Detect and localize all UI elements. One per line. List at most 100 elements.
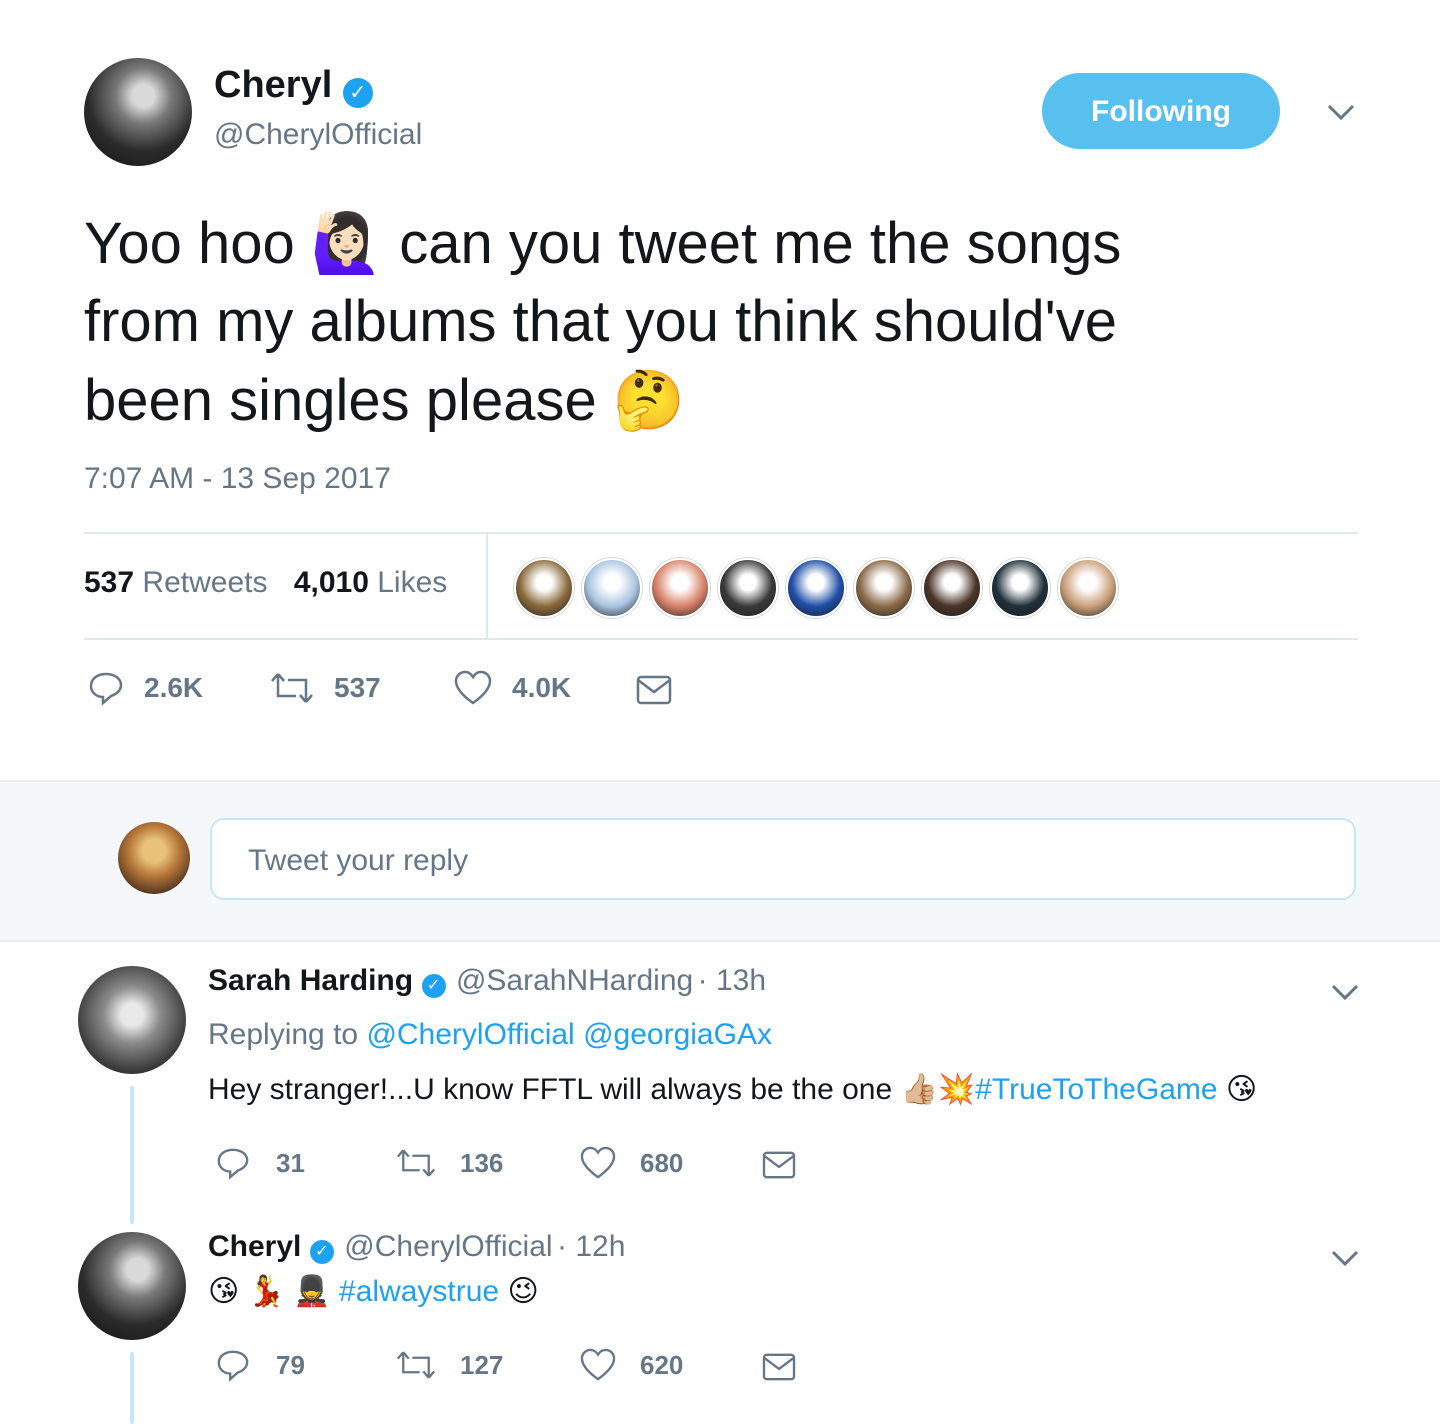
thread-line xyxy=(130,1086,134,1224)
verified-badge-icon: ✓ xyxy=(309,1239,334,1264)
chevron-down-icon[interactable] xyxy=(1330,1238,1360,1277)
replying-to-label: Replying to xyxy=(208,1018,359,1051)
retweet-action[interactable]: 136 xyxy=(396,1146,503,1180)
reply-author-handle[interactable]: @CherylOfficial xyxy=(344,1230,552,1263)
likes-stat[interactable]: 4,010 Likes xyxy=(294,566,447,599)
retweet-icon xyxy=(271,673,313,703)
author-name[interactable]: Cheryl xyxy=(214,64,332,106)
reply-icon xyxy=(217,1350,249,1382)
retweet-icon xyxy=(396,1149,436,1177)
reply-header: Cheryl ✓ @CherylOfficial · 12h xyxy=(208,1230,625,1264)
like-action[interactable]: 4.0K xyxy=(454,670,571,706)
raising-hand-emoji: 🙋🏻‍♀️ xyxy=(310,209,384,277)
like-action[interactable]: 620 xyxy=(580,1348,683,1382)
like-count: 680 xyxy=(640,1147,684,1178)
liker-avatar[interactable] xyxy=(650,558,710,618)
verified-badge-icon: ✓ xyxy=(421,973,446,998)
like-action[interactable]: 680 xyxy=(580,1146,683,1180)
tweet-stats: 537 Retweets 4,010 Likes xyxy=(84,566,447,600)
retweet-action[interactable]: 537 xyxy=(270,670,381,706)
reply-author-name[interactable]: Cheryl xyxy=(208,1230,301,1263)
likes-count: 4,010 xyxy=(293,566,369,599)
retweets-count: 537 xyxy=(84,566,135,599)
tweet-text-part: been singles please xyxy=(84,368,597,433)
likers-avatars xyxy=(514,558,1118,618)
divider xyxy=(84,532,1358,534)
like-count: 4.0K xyxy=(512,672,572,703)
retweets-label: Retweets xyxy=(142,566,268,599)
heart-icon xyxy=(580,1146,616,1179)
retweet-count: 127 xyxy=(460,1349,504,1380)
kissing-face-emoji: 😘 xyxy=(1225,1072,1258,1107)
winking-face-emoji: 😉 xyxy=(507,1274,539,1309)
reply-author-handle[interactable]: @SarahNHarding xyxy=(456,964,693,997)
chevron-down-icon[interactable] xyxy=(1330,972,1360,1011)
replying-to: Replying to @CherylOfficial @georgiaGAx xyxy=(208,1018,772,1052)
reply-text: 😘 💃 💂 #alwaystrue 😉 xyxy=(208,1274,539,1309)
stats-divider xyxy=(486,534,488,640)
tweet-text-part: can you tweet me the songs xyxy=(399,211,1122,276)
hashtag-link[interactable]: #TrueToTheGame xyxy=(975,1073,1217,1106)
tweet-text-part: Yoo hoo xyxy=(84,211,295,276)
verified-badge-icon: ✓ xyxy=(342,77,373,108)
hashtag-link[interactable]: #alwaystrue xyxy=(339,1275,499,1308)
reply-icon xyxy=(89,672,123,706)
author-handle[interactable]: @CherylOfficial xyxy=(214,118,422,152)
liker-avatar[interactable] xyxy=(514,558,574,618)
reply-time[interactable]: · 12h xyxy=(557,1230,625,1263)
tweet-timestamp[interactable]: 7:07 AM - 13 Sep 2017 xyxy=(84,462,391,496)
liker-avatar[interactable] xyxy=(854,558,914,618)
user-avatar[interactable] xyxy=(118,822,190,894)
reply-count: 79 xyxy=(276,1349,305,1380)
guard-emoji: 💂 xyxy=(293,1274,331,1309)
retweet-action[interactable]: 127 xyxy=(396,1348,503,1382)
thread-line xyxy=(130,1352,134,1424)
author-avatar[interactable] xyxy=(84,58,192,166)
liker-avatar[interactable] xyxy=(718,558,778,618)
envelope-icon xyxy=(762,1353,796,1381)
retweets-stat[interactable]: 537 Retweets xyxy=(84,566,276,599)
reply-header: Sarah Harding ✓ @SarahNHarding · 13h xyxy=(208,964,766,998)
reply-count: 31 xyxy=(276,1147,305,1178)
tweet-reply-input[interactable]: Tweet your reply xyxy=(210,818,1356,900)
chevron-down-icon[interactable] xyxy=(1326,92,1356,131)
mention-link[interactable]: @CherylOfficial xyxy=(366,1018,574,1051)
liker-avatar[interactable] xyxy=(990,558,1050,618)
heart-icon xyxy=(580,1348,616,1381)
kissing-face-emoji: 😘 xyxy=(208,1274,240,1309)
heart-icon xyxy=(454,670,492,705)
reply-action[interactable]: 79 xyxy=(216,1348,305,1382)
direct-message-action[interactable] xyxy=(636,674,672,711)
liker-avatar[interactable] xyxy=(582,558,642,618)
liker-avatar[interactable] xyxy=(1058,558,1118,618)
thumbs-up-emoji: 👍🏼 xyxy=(900,1072,938,1107)
reply-avatar[interactable] xyxy=(78,966,186,1074)
retweet-count: 537 xyxy=(334,672,381,703)
liker-avatar[interactable] xyxy=(786,558,846,618)
like-count: 620 xyxy=(640,1349,684,1380)
tweet-text: Yoo hoo 🙋🏻‍♀️ can you tweet me the songs… xyxy=(84,204,1284,440)
envelope-icon xyxy=(762,1151,796,1179)
reply-text-body: Hey stranger!...U know FFTL will always … xyxy=(208,1073,893,1106)
retweet-count: 136 xyxy=(460,1147,504,1178)
reply-author-name[interactable]: Sarah Harding xyxy=(208,964,413,997)
reply-action[interactable]: 2.6K xyxy=(88,670,203,706)
thinking-face-emoji: 🤔 xyxy=(612,366,686,434)
retweet-icon xyxy=(396,1351,436,1379)
direct-message-action[interactable] xyxy=(762,1352,796,1387)
following-button[interactable]: Following xyxy=(1042,73,1280,149)
direct-message-action[interactable] xyxy=(762,1150,796,1185)
envelope-icon xyxy=(636,675,672,705)
reply-time[interactable]: · 13h xyxy=(698,964,766,997)
liker-avatar[interactable] xyxy=(922,558,982,618)
likes-label: Likes xyxy=(377,566,448,599)
reply-action[interactable]: 31 xyxy=(216,1146,305,1180)
mention-link[interactable]: @georgiaGAx xyxy=(583,1018,772,1051)
reply-avatar[interactable] xyxy=(78,1232,186,1340)
collision-emoji: 💥 xyxy=(937,1072,976,1107)
dancer-emoji: 💃 xyxy=(247,1274,285,1309)
divider xyxy=(84,638,1358,640)
reply-text: Hey stranger!...U know FFTL will always … xyxy=(208,1072,1257,1107)
reply-count: 2.6K xyxy=(144,672,204,703)
tweet-text-part: from my albums that you think should've xyxy=(84,289,1117,354)
